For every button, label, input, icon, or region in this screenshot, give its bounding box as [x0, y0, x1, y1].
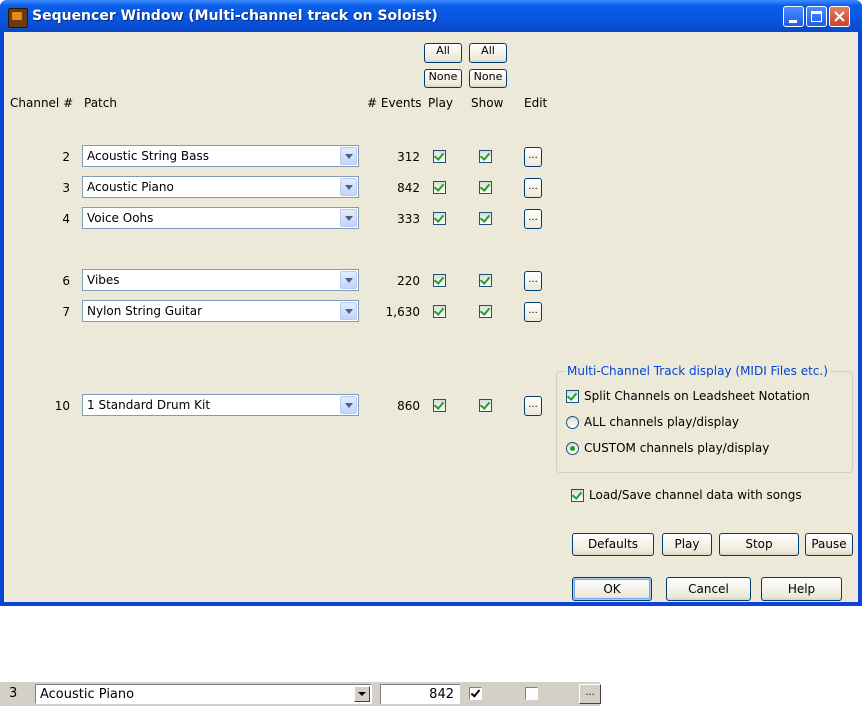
show-checkbox[interactable]: [479, 399, 492, 412]
pause-button[interactable]: Pause: [805, 533, 853, 556]
play-checkbox[interactable]: [433, 181, 446, 194]
play-checkbox[interactable]: [433, 274, 446, 287]
event-count: 1,630: [385, 305, 420, 319]
header-play: Play: [428, 96, 454, 110]
strip-patch-value: Acoustic Piano: [40, 687, 135, 702]
header-edit: Edit: [524, 96, 548, 110]
show-all-button[interactable]: All: [469, 43, 507, 63]
radio-all-channels[interactable]: [566, 416, 579, 429]
window-title: Sequencer Window (Multi-channel track on…: [32, 8, 438, 24]
strip-events-field: 842: [380, 684, 460, 704]
patch-select[interactable]: Vibes: [82, 269, 359, 291]
play-checkbox[interactable]: [433, 305, 446, 318]
patch-value: Acoustic String Bass: [87, 149, 209, 163]
patch-select[interactable]: Nylon String Guitar: [82, 300, 359, 322]
play-all-button[interactable]: All: [424, 43, 462, 63]
maximize-icon[interactable]: [806, 6, 827, 27]
event-count: 220: [397, 274, 420, 288]
radio-custom-label: CUSTOM channels play/display: [584, 441, 770, 455]
classic-channel-row: 3 Acoustic Piano 842 ...: [0, 682, 601, 706]
cancel-button[interactable]: Cancel: [666, 577, 751, 601]
channel-number: 2: [62, 150, 70, 164]
channel-number: 7: [62, 305, 70, 319]
chevron-down-icon[interactable]: [340, 147, 357, 165]
display-group-title: Multi-Channel Track display (MIDI Files …: [565, 364, 830, 378]
play-button[interactable]: Play: [662, 533, 712, 556]
play-checkbox[interactable]: [433, 399, 446, 412]
radio-custom-channels[interactable]: [566, 442, 579, 455]
show-none-button[interactable]: None: [469, 69, 507, 88]
strip-event-count: 842: [429, 687, 454, 702]
patch-value: 1 Standard Drum Kit: [87, 398, 211, 412]
chevron-down-icon[interactable]: [340, 209, 357, 227]
header-events: # Events: [367, 96, 422, 110]
show-checkbox[interactable]: [479, 305, 492, 318]
split-channels-label: Split Channels on Leadsheet Notation: [584, 389, 810, 403]
header-patch: Patch: [84, 96, 117, 110]
show-checkbox[interactable]: [479, 150, 492, 163]
ok-button[interactable]: OK: [572, 577, 652, 601]
patch-value: Nylon String Guitar: [87, 304, 203, 318]
channel-number: 10: [54, 399, 70, 413]
chevron-down-icon[interactable]: [340, 302, 357, 320]
edit-button[interactable]: ...: [524, 396, 542, 416]
play-checkbox[interactable]: [433, 212, 446, 225]
title-bar[interactable]: Sequencer Window (Multi-channel track on…: [0, 0, 862, 32]
event-count: 860: [397, 399, 420, 413]
patch-value: Voice Oohs: [87, 211, 154, 225]
edit-button[interactable]: ...: [524, 271, 542, 291]
help-button[interactable]: Help: [761, 577, 842, 601]
chevron-down-icon[interactable]: [340, 178, 357, 196]
edit-button[interactable]: ...: [524, 209, 542, 229]
event-count: 312: [397, 150, 420, 164]
show-checkbox[interactable]: [479, 274, 492, 287]
minimize-icon[interactable]: [783, 6, 804, 27]
close-icon[interactable]: [829, 6, 850, 27]
patch-select[interactable]: Acoustic Piano: [82, 176, 359, 198]
patch-select[interactable]: Voice Oohs: [82, 207, 359, 229]
strip-patch-select[interactable]: Acoustic Piano: [35, 684, 372, 704]
patch-select[interactable]: 1 Standard Drum Kit: [82, 394, 359, 416]
load-save-checkbox[interactable]: [571, 489, 584, 502]
strip-edit-button[interactable]: ...: [579, 684, 601, 704]
show-checkbox[interactable]: [479, 212, 492, 225]
app-icon: [8, 8, 28, 28]
split-channels-checkbox[interactable]: [566, 390, 579, 403]
channel-number: 4: [62, 212, 70, 226]
chevron-down-icon[interactable]: [354, 686, 370, 702]
stop-button[interactable]: Stop: [719, 533, 799, 556]
patch-select[interactable]: Acoustic String Bass: [82, 145, 359, 167]
channel-number: 3: [62, 181, 70, 195]
patch-value: Vibes: [87, 273, 120, 287]
edit-button[interactable]: ...: [524, 302, 542, 322]
chevron-down-icon[interactable]: [340, 271, 357, 289]
defaults-button[interactable]: Defaults: [572, 533, 654, 556]
event-count: 333: [397, 212, 420, 226]
event-count: 842: [397, 181, 420, 195]
load-save-label: Load/Save channel data with songs: [589, 488, 802, 502]
strip-channel-number: 3: [9, 686, 18, 701]
radio-all-label: ALL channels play/display: [584, 415, 740, 429]
edit-button[interactable]: ...: [524, 147, 542, 167]
edit-button[interactable]: ...: [524, 178, 542, 198]
strip-play-checkbox[interactable]: [469, 687, 482, 700]
header-show: Show: [471, 96, 504, 110]
play-none-button[interactable]: None: [424, 69, 462, 88]
play-checkbox[interactable]: [433, 150, 446, 163]
strip-show-checkbox[interactable]: [525, 687, 538, 700]
channel-number: 6: [62, 274, 70, 288]
chevron-down-icon[interactable]: [340, 396, 357, 414]
show-checkbox[interactable]: [479, 181, 492, 194]
patch-value: Acoustic Piano: [87, 180, 174, 194]
header-channel: Channel #: [10, 96, 74, 110]
